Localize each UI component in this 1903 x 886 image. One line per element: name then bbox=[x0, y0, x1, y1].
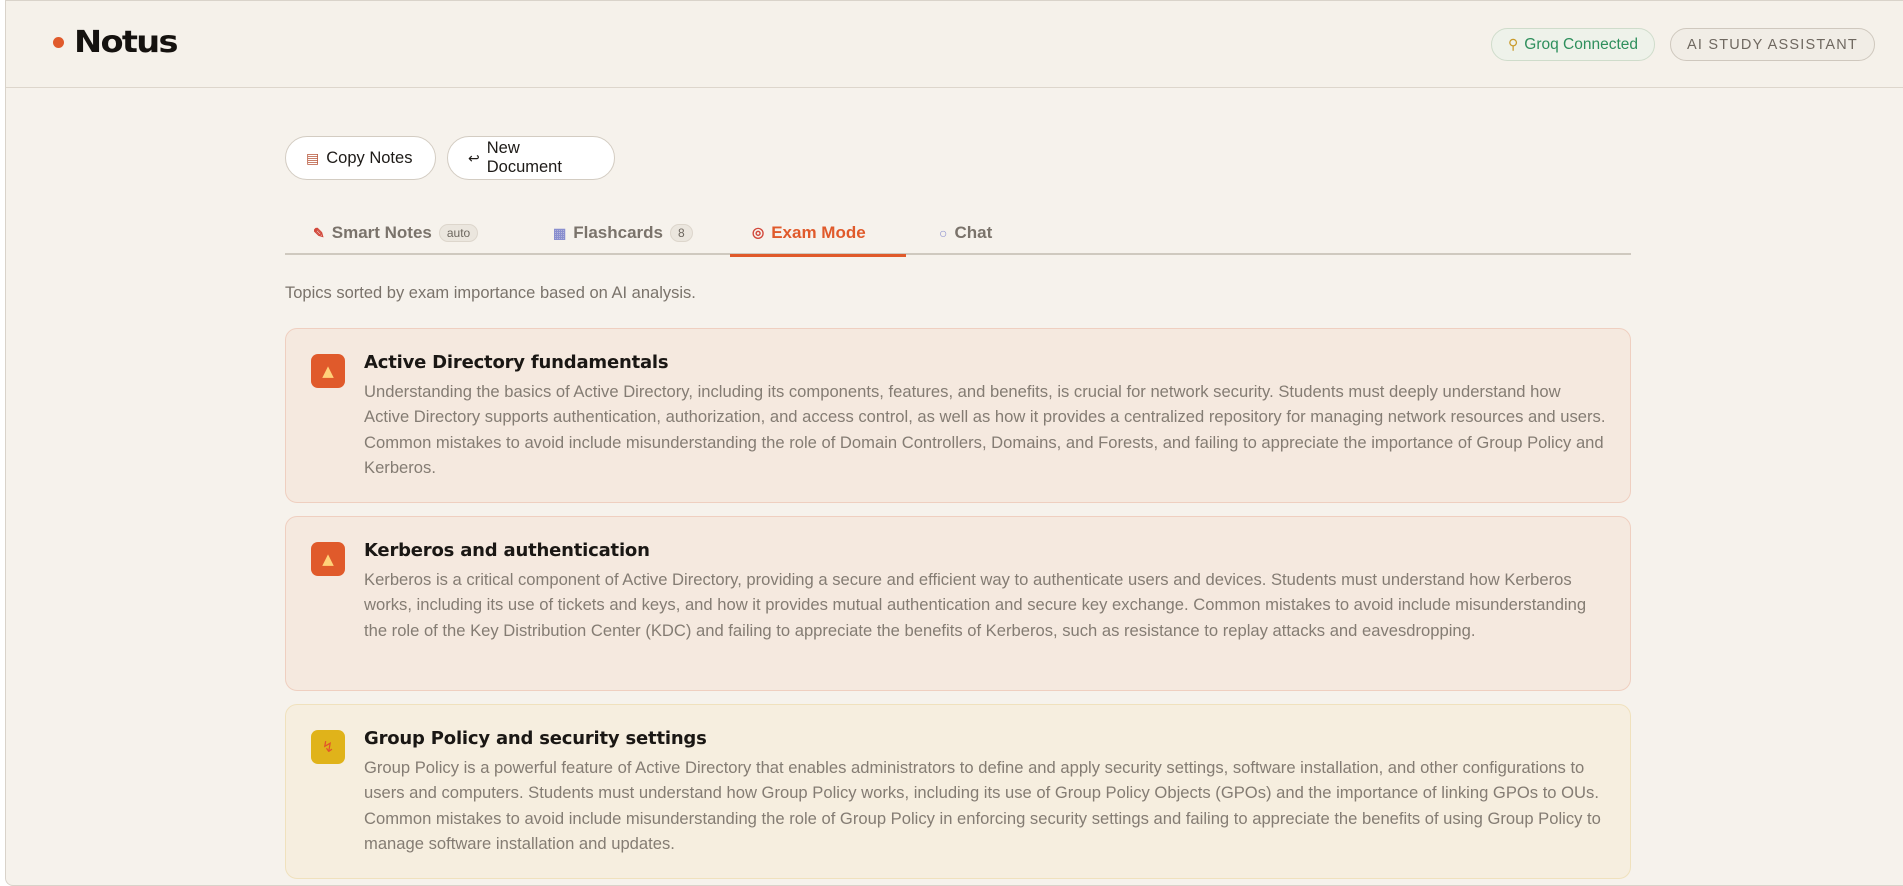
tab-smart-notes-badge: auto bbox=[438, 224, 479, 242]
target-icon: ◎ bbox=[752, 224, 765, 240]
topic-card: ▲ Active Directory fundamentals Understa… bbox=[285, 328, 1631, 503]
topic-description: Understanding the basics of Active Direc… bbox=[364, 382, 1606, 477]
tab-bar: ✎ Smart Notes auto ▦ Flashcards 8 ◎ Exam… bbox=[285, 211, 1631, 257]
tab-exam-mode-label: Exam Mode bbox=[771, 222, 866, 242]
assistant-badge-label: AI STUDY ASSISTANT bbox=[1687, 36, 1858, 53]
fire-icon: ▲ bbox=[311, 354, 345, 388]
speech-bubble-icon: ○ bbox=[939, 225, 948, 241]
key-icon: ⚲ bbox=[1508, 36, 1519, 52]
tab-flashcards[interactable]: ▦ Flashcards 8 bbox=[553, 211, 693, 255]
exam-mode-description: Topics sorted by exam importance based o… bbox=[285, 284, 696, 302]
new-document-button[interactable]: ↩ New Document bbox=[447, 136, 615, 180]
tab-flashcards-count-badge: 8 bbox=[670, 224, 693, 242]
logo-text: Notus bbox=[74, 25, 178, 60]
logo-dot-icon bbox=[53, 37, 64, 48]
memo-icon: ✎ bbox=[313, 224, 325, 241]
topic-card: ↯ Group Policy and security settings Gro… bbox=[285, 704, 1631, 879]
tab-flashcards-label: Flashcards bbox=[573, 223, 663, 242]
tab-chat[interactable]: ○ Chat bbox=[939, 211, 992, 255]
topic-description: Kerberos is a critical component of Acti… bbox=[364, 570, 1587, 640]
clipboard-icon: ▤ bbox=[306, 149, 320, 166]
groq-status-label: Groq Connected bbox=[1524, 35, 1639, 53]
topic-card: ▲ Kerberos and authentication Kerberos i… bbox=[285, 516, 1631, 691]
tab-exam-mode[interactable]: ◎ Exam Mode bbox=[730, 211, 906, 257]
return-arrow-icon: ↩ bbox=[468, 149, 480, 166]
lightning-icon: ↯ bbox=[311, 730, 345, 764]
copy-notes-button[interactable]: ▤ Copy Notes bbox=[285, 136, 436, 180]
fire-icon: ▲ bbox=[311, 542, 345, 576]
copy-notes-label: Copy Notes bbox=[326, 148, 413, 167]
tab-smart-notes[interactable]: ✎ Smart Notes auto bbox=[313, 211, 479, 255]
assistant-badge: AI STUDY ASSISTANT bbox=[1670, 28, 1875, 61]
topic-title: Kerberos and authentication bbox=[364, 540, 650, 561]
tab-chat-label: Chat bbox=[954, 223, 993, 242]
groq-status-badge[interactable]: ⚲ Groq Connected bbox=[1491, 28, 1656, 61]
logo[interactable]: Notus bbox=[53, 25, 178, 60]
topic-title: Group Policy and security settings bbox=[364, 728, 707, 749]
topic-title: Active Directory fundamentals bbox=[364, 352, 669, 373]
cards-icon: ▦ bbox=[553, 224, 567, 241]
topic-description: Group Policy is a powerful feature of Ac… bbox=[364, 758, 1601, 853]
new-document-label: New Document bbox=[486, 139, 562, 176]
app-window: Notus ⚲ Groq Connected AI STUDY ASSISTAN… bbox=[5, 0, 1903, 886]
top-header: Notus ⚲ Groq Connected AI STUDY ASSISTAN… bbox=[6, 1, 1903, 88]
tab-smart-notes-label: Smart Notes bbox=[331, 223, 432, 242]
